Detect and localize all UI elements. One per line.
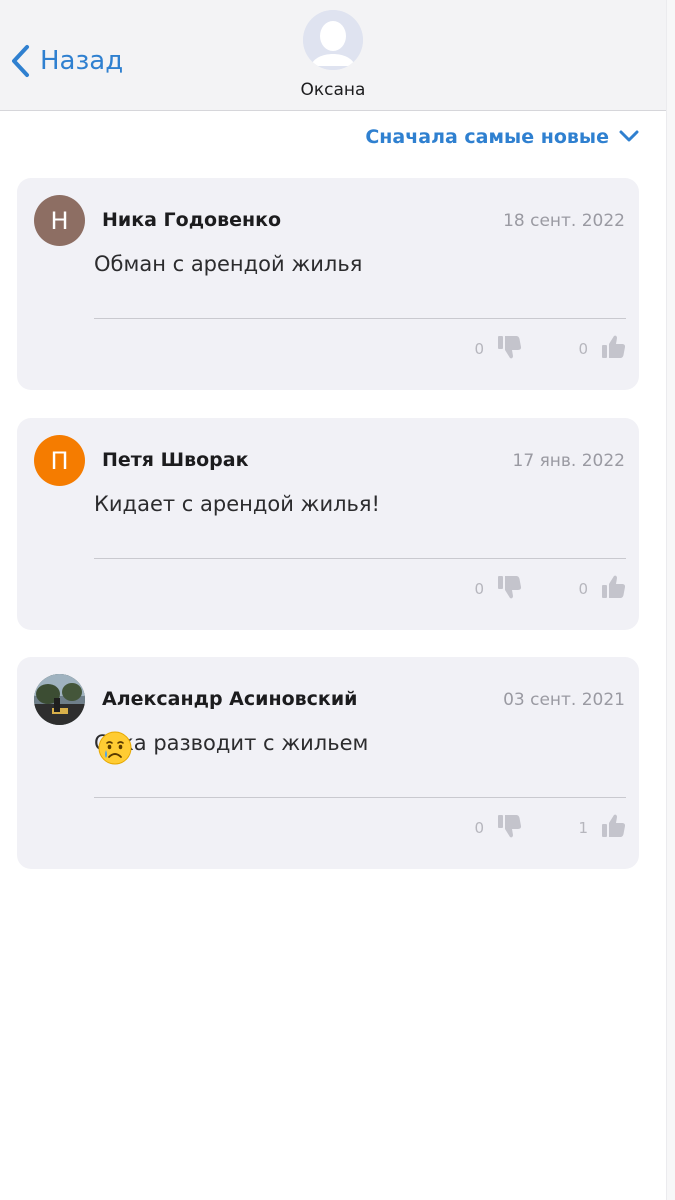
review-card: Н Ника Годовенко 18 сент. 2022 Обман с а… bbox=[17, 178, 639, 390]
thumbs-up-icon bbox=[600, 813, 626, 843]
dislike-count: 0 bbox=[474, 819, 484, 837]
like-button[interactable]: 0 bbox=[578, 334, 626, 364]
like-count: 0 bbox=[578, 340, 588, 358]
avatar[interactable] bbox=[303, 10, 363, 70]
divider bbox=[94, 558, 626, 559]
profile-header: Оксана bbox=[0, 10, 666, 100]
chevron-down-icon bbox=[619, 126, 639, 148]
dislike-count: 0 bbox=[474, 340, 484, 358]
avatar-initial: Н bbox=[50, 206, 69, 235]
review-date: 03 сент. 2021 bbox=[503, 690, 625, 710]
sort-dropdown[interactable]: Сначала самые новые bbox=[365, 126, 639, 148]
thumbs-down-icon bbox=[496, 334, 522, 364]
like-count: 1 bbox=[578, 819, 588, 837]
avatar-initial: П bbox=[50, 446, 69, 475]
review-date: 18 сент. 2022 bbox=[503, 211, 625, 231]
review-card: Александр Асиновский 03 сент. 2021 Сука … bbox=[17, 657, 639, 869]
dislike-button[interactable]: 0 bbox=[474, 813, 522, 843]
thumbs-up-icon bbox=[600, 574, 626, 604]
like-count: 0 bbox=[578, 580, 588, 598]
thumbs-down-icon bbox=[496, 813, 522, 843]
avatar[interactable]: П bbox=[34, 435, 85, 486]
profile-name: Оксана bbox=[300, 80, 366, 100]
scrollbar[interactable] bbox=[666, 0, 675, 1200]
sort-label: Сначала самые новые bbox=[365, 126, 609, 148]
crying-emoji-icon bbox=[98, 731, 132, 765]
review-text: Обман с арендой жилья bbox=[94, 252, 363, 276]
dislike-count: 0 bbox=[474, 580, 484, 598]
user-placeholder-icon bbox=[303, 10, 363, 70]
divider bbox=[94, 318, 626, 319]
avatar[interactable] bbox=[34, 674, 85, 725]
review-card: П Петя Шворак 17 янв. 2022 Кидает с арен… bbox=[17, 418, 639, 630]
dislike-button[interactable]: 0 bbox=[474, 574, 522, 604]
dislike-button[interactable]: 0 bbox=[474, 334, 522, 364]
reviewer-name[interactable]: Александр Асиновский bbox=[102, 688, 357, 710]
like-button[interactable]: 0 bbox=[578, 574, 626, 604]
divider bbox=[94, 797, 626, 798]
reviewer-name[interactable]: Петя Шворак bbox=[102, 449, 248, 471]
top-bar: Назад Оксана bbox=[0, 0, 666, 111]
thumbs-down-icon bbox=[496, 574, 522, 604]
review-date: 17 янв. 2022 bbox=[512, 451, 625, 471]
reviewer-name[interactable]: Ника Годовенко bbox=[102, 209, 281, 231]
review-text: Сука разводит с жильем bbox=[94, 731, 369, 755]
avatar[interactable]: Н bbox=[34, 195, 85, 246]
thumbs-up-icon bbox=[600, 334, 626, 364]
like-button[interactable]: 1 bbox=[578, 813, 626, 843]
review-text: Кидает с арендой жилья! bbox=[94, 492, 380, 516]
user-photo bbox=[34, 674, 85, 725]
